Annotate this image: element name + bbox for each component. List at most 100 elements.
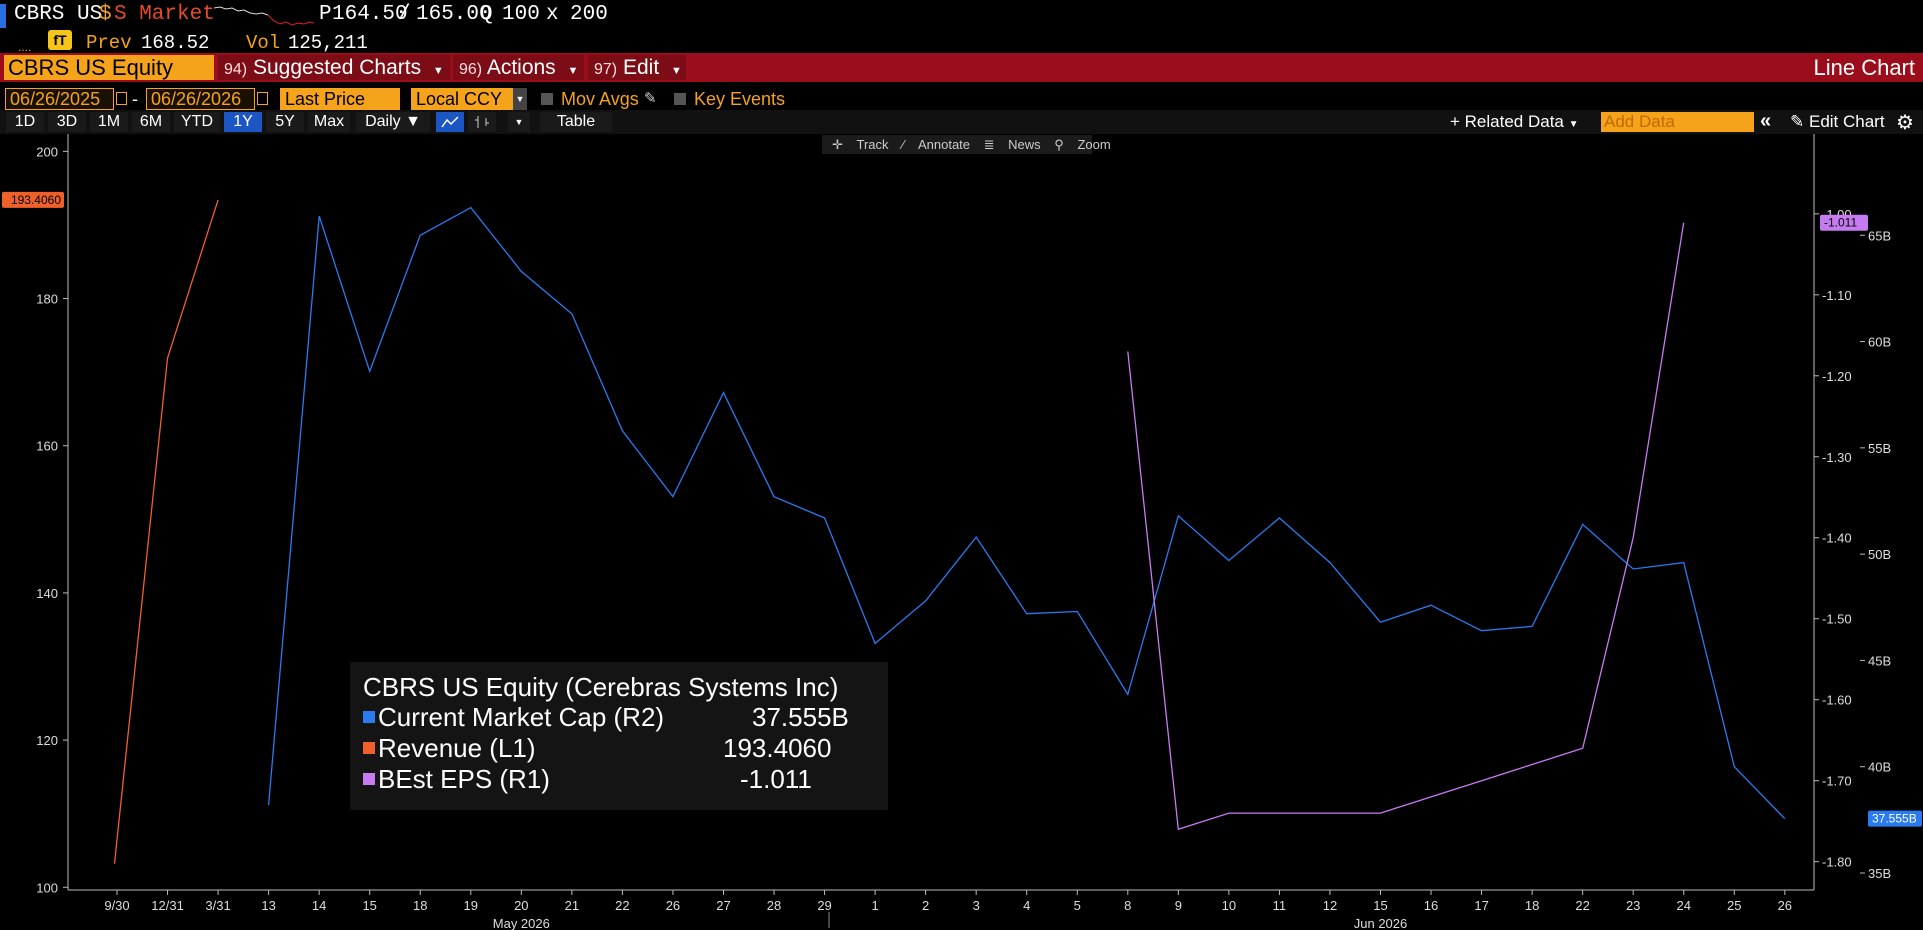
right2-tick-label: 50B <box>1868 547 1891 562</box>
x-tick-label: 15 <box>1373 898 1387 913</box>
period-3d-button[interactable]: 3D <box>48 112 86 132</box>
calendar-icon[interactable] <box>257 92 268 105</box>
chart-legend[interactable]: CBRS US Equity (Cerebras Systems Inc) Cu… <box>350 662 888 810</box>
legend-row-market-cap: Current Market Cap (R2) 37.555B <box>363 702 875 733</box>
x-tick-label: 26 <box>1778 898 1792 913</box>
end-date-field[interactable]: 06/26/2026 <box>146 88 255 110</box>
legend-swatch <box>363 711 375 723</box>
quote-label: Q <box>480 3 493 26</box>
x-tick-label: 28 <box>767 898 781 913</box>
left-tick-label: 100 <box>36 880 58 895</box>
vol-value: 125,211 <box>288 32 368 54</box>
related-data-button[interactable]: + Related Data ▼ <box>1450 112 1579 135</box>
x-tick-label: 27 <box>716 898 730 913</box>
mov-avgs-checkbox[interactable] <box>541 93 553 105</box>
line-chart-icon[interactable] <box>436 112 464 132</box>
frequency-select[interactable]: Daily ▼ <box>356 112 430 132</box>
right2-tick-label: 65B <box>1868 228 1891 243</box>
right2-tick-label: 60B <box>1868 335 1891 350</box>
x-tick-label: 12 <box>1323 898 1337 913</box>
news-label: News <box>1008 137 1041 152</box>
x-tick-label: 21 <box>565 898 579 913</box>
x-tick-label: 26 <box>666 898 680 913</box>
left-tick-label: 180 <box>36 292 58 307</box>
period-1d-button[interactable]: 1D <box>6 112 44 132</box>
period-6m-button[interactable]: 6M <box>132 112 170 132</box>
legend-series-value: -1.011 <box>740 764 812 794</box>
legend-swatch <box>363 773 375 785</box>
x-tick-label: 9/30 <box>104 898 129 913</box>
price-prefix: P <box>319 3 332 26</box>
caret-down-icon: ▼ <box>567 65 579 77</box>
suggested-charts-button[interactable]: 94) Suggested Charts ▼ <box>218 55 450 80</box>
right1-tick-label: -1.80 <box>1822 855 1852 870</box>
menu-number: 96) <box>459 61 483 78</box>
zoom-button[interactable]: ⚲ Zoom <box>1054 137 1110 152</box>
ticker-marker <box>0 4 6 28</box>
menu-number: 94) <box>224 61 248 78</box>
market-label: S Market <box>114 3 215 26</box>
ft-badge-icon[interactable]: fT <box>48 30 72 50</box>
left-tick-label: 120 <box>36 733 58 748</box>
start-date-field[interactable]: 06/26/2025 <box>5 88 114 110</box>
pencil-icon[interactable]: ✎ <box>644 89 657 107</box>
edit-chart-button[interactable]: ✎ Edit Chart <box>1790 112 1885 132</box>
prev-value: 168.52 <box>141 32 210 54</box>
annotate-button[interactable]: ⁄ Annotate <box>902 137 970 152</box>
vol-label: Vol <box>246 32 281 54</box>
currency-select[interactable]: Local CCY <box>411 88 513 110</box>
key-events-checkbox[interactable] <box>674 93 686 105</box>
x-tick-label: 11 <box>1273 898 1287 913</box>
actions-button[interactable]: 96) Actions ▼ <box>453 55 584 80</box>
zoom-label: Zoom <box>1077 137 1111 152</box>
x-tick-label: 4 <box>1023 898 1030 913</box>
candle-chart-icon[interactable] <box>468 112 496 132</box>
legend-series-name: BEst EPS (R1) <box>378 764 550 794</box>
price-chart[interactable]: 100120140160180200-1.00-1.10-1.20-1.30-1… <box>0 134 1923 930</box>
left-tick-label: 160 <box>36 439 58 454</box>
period-5y-button[interactable]: 5Y <box>266 112 304 132</box>
chart-style-dropdown-icon[interactable]: ▼ <box>508 112 530 132</box>
news-button[interactable]: ≣ News <box>984 137 1041 152</box>
price-field-select[interactable]: Last Price <box>280 88 400 110</box>
period-ytd-button[interactable]: YTD <box>174 112 220 132</box>
right1-tick-label: -1.20 <box>1822 369 1852 384</box>
ticker-symbol[interactable]: CBRS US <box>14 3 102 26</box>
period-1y-button[interactable]: 1Y <box>224 112 262 132</box>
edit-button[interactable]: 97) Edit ▼ <box>588 55 686 80</box>
track-button[interactable]: ✛ Track <box>832 137 889 152</box>
ticker-bar: CBRS US $ S Market P 164.50 / 165.00 Q 1… <box>0 0 1923 32</box>
bid-price: 164.50 <box>332 3 408 26</box>
x-tick-label: 12/31 <box>151 898 184 913</box>
x-tick-label: 2 <box>922 898 929 913</box>
period-bar: 1D 3D 1M 6M YTD 1Y 5Y Max Daily ▼ ▼ Tabl… <box>0 110 1923 134</box>
x-tick-label: 22 <box>1575 898 1589 913</box>
month-label: Jun 2026 <box>1354 916 1408 930</box>
collapse-chevrons-icon[interactable]: « <box>1760 110 1771 133</box>
x-tick-label: 9 <box>1175 898 1182 913</box>
menu-label: Edit <box>622 56 660 79</box>
chart-tools-bar: ✛ Track ⁄ Annotate ≣ News ⚲ Zoom <box>822 135 1111 154</box>
add-data-input[interactable]: Add Data <box>1601 112 1754 132</box>
gear-icon[interactable]: ⚙ <box>1896 110 1914 135</box>
table-button[interactable]: Table <box>540 112 612 132</box>
right2-tick-label: 55B <box>1868 441 1891 456</box>
track-label: Track <box>856 137 889 152</box>
x-tick-label: 16 <box>1424 898 1438 913</box>
stats-bar: .... Prev 168.52 Vol 125,211 <box>0 32 1923 54</box>
caret-down-icon: ▼ <box>671 65 682 77</box>
left-tick-label: 200 <box>36 144 58 159</box>
right1-tick-label: -1.30 <box>1822 450 1852 465</box>
chart-type-label[interactable]: Line Chart <box>1813 54 1915 81</box>
calendar-icon[interactable] <box>116 92 127 105</box>
series-line-revenue <box>113 199 219 864</box>
right2-tick-label: 40B <box>1868 760 1891 775</box>
period-max-button[interactable]: Max <box>308 112 350 132</box>
currency-dropdown-icon[interactable]: ▼ <box>513 88 527 110</box>
security-field[interactable]: CBRS US Equity <box>4 55 214 80</box>
eps-value-badge: -1.011 <box>1824 216 1857 230</box>
period-1m-button[interactable]: 1M <box>90 112 128 132</box>
chart-controls: 06/26/2025 - 06/26/2026 Last Price Local… <box>0 86 1923 112</box>
mov-avgs-label: Mov Avgs <box>561 89 639 109</box>
legend-swatch <box>363 742 375 754</box>
